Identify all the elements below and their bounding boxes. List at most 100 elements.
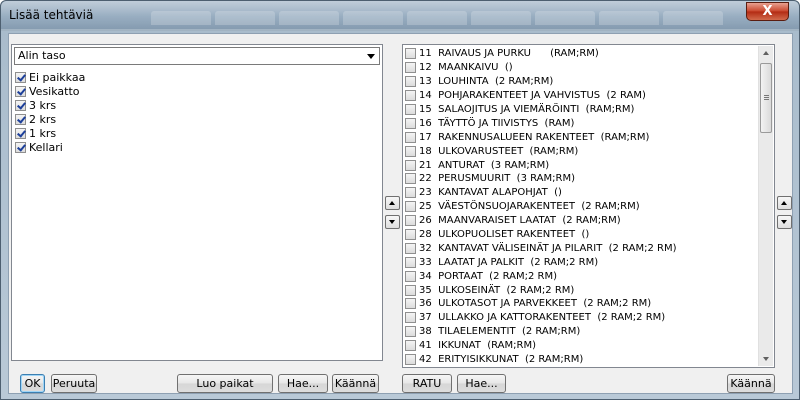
- task-label: 34 PORTAAT (2 RAM;2 RM): [419, 270, 558, 282]
- task-checkbox[interactable]: [405, 201, 416, 213]
- task-label: 32 KANTAVAT VÄLISEINÄT JA PILARIT (2 RAM…: [419, 242, 677, 254]
- dialog-window: Lisää tehtäviä X Alin taso Ei paikkaa Ves…: [0, 0, 800, 400]
- task-checkbox[interactable]: [405, 256, 416, 268]
- task-checkbox[interactable]: [405, 270, 416, 282]
- task-item[interactable]: 42 ERITYISIKKUNAT (2 RAM;RM): [405, 353, 759, 367]
- task-item[interactable]: 18 ULKOVARUSTEET (RAM;RM): [405, 144, 759, 158]
- scroll-down-button[interactable]: [759, 351, 774, 366]
- task-label: 38 TILAELEMENTIT (2 RAM;RM): [419, 326, 581, 338]
- task-label: 18 ULKOVARUSTEET (RAM;RM): [419, 145, 579, 157]
- task-item[interactable]: 21 ANTURAT (3 RAM;RM): [405, 158, 759, 172]
- level-item[interactable]: 1 krs: [15, 126, 85, 140]
- invert-levels-button[interactable]: Käännä: [332, 374, 379, 393]
- background-tab: [663, 11, 723, 25]
- task-item[interactable]: 26 MAANVARAISET LAATAT (2 RAM;RM): [405, 214, 759, 228]
- task-item[interactable]: 12 MAANKAIVU (): [405, 61, 759, 75]
- task-label: 35 ULKOSEINÄT (2 RAM;2 RM): [419, 284, 575, 296]
- task-checkbox[interactable]: [405, 173, 416, 185]
- level-select[interactable]: Alin taso: [14, 47, 380, 65]
- search-tasks-button[interactable]: Hae...: [457, 374, 506, 393]
- arrow-up-icon: [389, 201, 395, 205]
- task-item[interactable]: 38 TILAELEMENTIT (2 RAM;RM): [405, 325, 759, 339]
- level-checkbox[interactable]: [15, 71, 26, 83]
- task-item[interactable]: 11 RAIVAUS JA PURKU (RAM;RM): [405, 47, 759, 61]
- task-label: 11 RAIVAUS JA PURKU (RAM;RM): [419, 48, 599, 60]
- close-button[interactable]: X: [746, 2, 789, 21]
- level-checkbox[interactable]: [15, 113, 26, 125]
- task-checkbox[interactable]: [405, 131, 416, 143]
- close-icon[interactable]: X: [762, 4, 772, 19]
- task-checkbox[interactable]: [405, 48, 416, 60]
- scroll-up-button[interactable]: [759, 46, 774, 61]
- task-item[interactable]: 25 VÄESTÖNSUOJARAKENTEET (2 RAM;RM): [405, 200, 759, 214]
- background-tab: [215, 11, 275, 25]
- task-checkbox[interactable]: [405, 90, 416, 102]
- level-checkbox[interactable]: [15, 85, 26, 97]
- grip-icon: [764, 95, 769, 96]
- task-label: 17 RAKENNUSALUEEN RAKENTEET (RAM;RM): [419, 131, 650, 143]
- task-item[interactable]: 41 IKKUNAT (RAM;RM): [405, 339, 759, 353]
- task-item[interactable]: 34 PORTAAT (2 RAM;2 RM): [405, 269, 759, 283]
- ratu-button[interactable]: RATU: [402, 374, 452, 393]
- task-item[interactable]: 33 LAATAT JA PALKIT (2 RAM;2 RM): [405, 255, 759, 269]
- ok-button[interactable]: OK: [20, 374, 45, 393]
- task-checkbox[interactable]: [405, 242, 416, 254]
- task-checkbox[interactable]: [405, 340, 416, 352]
- task-item[interactable]: 28 ULKOPUOLISET RAKENTEET (): [405, 228, 759, 242]
- task-checkbox[interactable]: [405, 159, 416, 171]
- task-item[interactable]: 35 ULKOSEINÄT (2 RAM;2 RM): [405, 283, 759, 297]
- move-down-button[interactable]: [385, 215, 400, 229]
- create-places-button[interactable]: Luo paikat: [177, 374, 273, 393]
- level-item[interactable]: 3 krs: [15, 98, 85, 112]
- task-checkbox[interactable]: [405, 215, 416, 227]
- task-checkbox[interactable]: [405, 62, 416, 74]
- task-item[interactable]: 15 SALAOJITUS JA VIEMÄRÖINTI (RAM;RM): [405, 103, 759, 117]
- chevron-down-icon[interactable]: [367, 54, 375, 59]
- level-checkbox[interactable]: [15, 127, 26, 139]
- task-item[interactable]: 14 POHJARAKENTEET JA VAHVISTUS (2 RAM): [405, 89, 759, 103]
- task-move-up-button[interactable]: [777, 196, 792, 210]
- task-checkbox[interactable]: [405, 104, 416, 115]
- cancel-button[interactable]: Peruuta: [51, 374, 97, 393]
- background-tab: [599, 11, 659, 25]
- task-item[interactable]: 16 TÄYTTÖ JA TIIVISTYS (RAM): [405, 116, 759, 130]
- level-checkbox[interactable]: [15, 141, 26, 153]
- task-item[interactable]: 37 ULLAKKO JA KATTORAKENTEET (2 RAM;2 RM…: [405, 311, 759, 325]
- invert-tasks-button[interactable]: Käännä: [727, 374, 775, 393]
- task-checkbox[interactable]: [405, 76, 416, 88]
- title-bar[interactable]: Lisää tehtäviä X: [1, 1, 799, 31]
- task-item[interactable]: 36 ULKOTASOT JA PARVEKKEET (2 RAM;2 RM): [405, 297, 759, 311]
- task-label: 13 LOUHINTA (2 RAM;RM): [419, 76, 554, 88]
- level-item[interactable]: 2 krs: [15, 112, 85, 126]
- task-label: 41 IKKUNAT (RAM;RM): [419, 340, 536, 352]
- task-item[interactable]: 13 LOUHINTA (2 RAM;RM): [405, 75, 759, 89]
- task-item[interactable]: 23 KANTAVAT ALAPOHJAT (): [405, 186, 759, 200]
- task-checkbox[interactable]: [405, 145, 416, 157]
- scroll-thumb[interactable]: [760, 63, 772, 133]
- search-levels-button[interactable]: Hae...: [278, 374, 328, 393]
- task-move-down-button[interactable]: [777, 215, 792, 229]
- task-item[interactable]: 22 PERUSMUURIT (3 RAM;RM): [405, 172, 759, 186]
- level-item[interactable]: Ei paikkaa: [15, 70, 85, 84]
- level-label: 2 krs: [29, 112, 57, 126]
- task-checkbox[interactable]: [405, 326, 416, 338]
- task-checkbox[interactable]: [405, 298, 416, 310]
- task-checkbox[interactable]: [405, 229, 416, 241]
- dialog-client-area: Alin taso Ei paikkaa Vesikatto 3 krs 2 krs 1…: [8, 33, 793, 394]
- task-checkbox[interactable]: [405, 187, 416, 199]
- task-list: 11 RAIVAUS JA PURKU (RAM;RM) 12 MAANKAIVU…: [405, 47, 759, 366]
- task-list-scrollbar[interactable]: [758, 46, 773, 366]
- arrow-up-icon: [781, 201, 787, 205]
- task-item[interactable]: 17 RAKENNUSALUEEN RAKENTEET (RAM;RM): [405, 130, 759, 144]
- level-item[interactable]: Vesikatto: [15, 84, 85, 98]
- window-title: Lisää tehtäviä: [9, 8, 94, 22]
- task-checkbox[interactable]: [405, 312, 416, 324]
- move-up-button[interactable]: [385, 196, 400, 210]
- task-item[interactable]: 32 KANTAVAT VÄLISEINÄT JA PILARIT (2 RAM…: [405, 241, 759, 255]
- level-checkbox[interactable]: [15, 99, 26, 111]
- task-checkbox[interactable]: [405, 284, 416, 296]
- task-checkbox[interactable]: [405, 117, 416, 129]
- task-checkbox[interactable]: [405, 354, 416, 366]
- task-label: 26 MAANVARAISET LAATAT (2 RAM;RM): [419, 215, 621, 227]
- level-item[interactable]: Kellari: [15, 140, 85, 154]
